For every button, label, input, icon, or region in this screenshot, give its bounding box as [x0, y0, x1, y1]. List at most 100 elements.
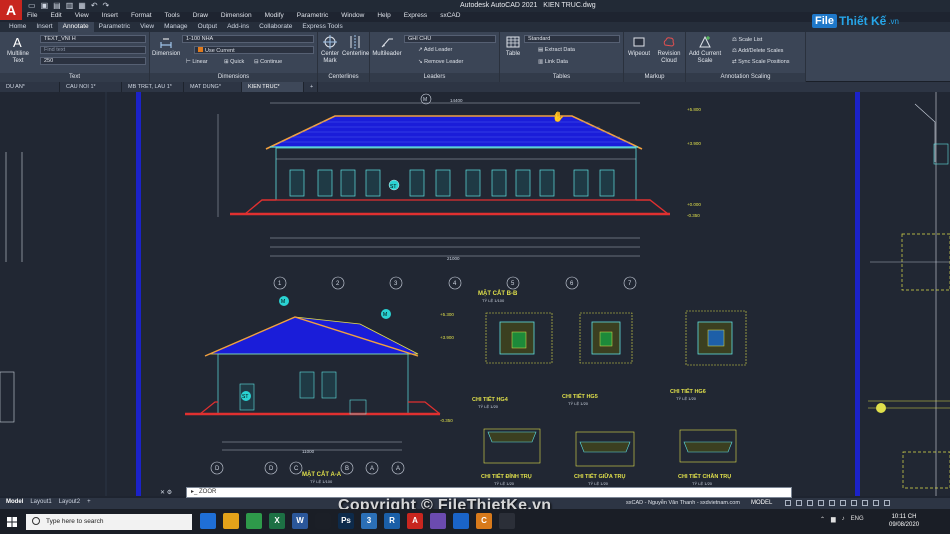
tray-arrow-icon[interactable]: ⌃	[820, 516, 825, 523]
polar-toggle-icon[interactable]	[818, 500, 824, 506]
table-button[interactable]: Table	[502, 35, 524, 58]
doc-tab-mb-tret[interactable]: MB TRET, LAU 1*	[122, 82, 184, 92]
otrack-toggle-icon[interactable]	[840, 500, 846, 506]
annotation-scale-icon[interactable]	[862, 500, 868, 506]
tab-manage[interactable]: Manage	[159, 22, 193, 32]
new-tab-button[interactable]: +	[304, 82, 318, 92]
workspace-gear-icon[interactable]	[873, 500, 879, 506]
ortho-toggle-icon[interactable]	[807, 500, 813, 506]
doc-tab-mat-dung[interactable]: MAT DUNG*	[184, 82, 242, 92]
model-space-toggle[interactable]: MODEL	[751, 500, 772, 506]
multiline-text-button[interactable]: A Multiline Text	[4, 35, 32, 65]
vpn-icon[interactable]	[453, 513, 469, 529]
menu-draw[interactable]: Draw	[193, 12, 208, 22]
blank-icon[interactable]	[315, 513, 331, 529]
quick-button[interactable]: ⊞ Quick	[224, 59, 244, 65]
undo-icon[interactable]: ↶	[91, 1, 98, 10]
menu-edit[interactable]: Edit	[50, 12, 61, 22]
doc-tab-du-an[interactable]: DU AN*	[0, 82, 60, 92]
tab-express-tools[interactable]: Express Tools	[297, 22, 347, 32]
tab-addins[interactable]: Add-ins	[222, 22, 254, 32]
layout-tab-layout2[interactable]: Layout2	[59, 499, 80, 505]
scale-list-button[interactable]: ⚖ Scale List	[732, 37, 762, 43]
print-icon[interactable]: ▦	[78, 1, 86, 10]
tab-home[interactable]: Home	[4, 22, 31, 32]
windows-start-icon[interactable]	[7, 517, 17, 527]
save-as-icon[interactable]: ▥	[66, 1, 74, 10]
menu-insert[interactable]: Insert	[102, 12, 118, 22]
3dsmax-icon[interactable]: 3	[361, 513, 377, 529]
redo-icon[interactable]: ↷	[103, 1, 110, 10]
snap-toggle-icon[interactable]	[796, 500, 802, 506]
tab-annotate[interactable]: Annotate	[57, 22, 94, 32]
menu-help[interactable]: Help	[377, 12, 390, 22]
menu-express[interactable]: Express	[404, 12, 427, 22]
revision-cloud-button[interactable]: Revision Cloud	[654, 35, 684, 65]
language-indicator[interactable]: ENG	[851, 516, 864, 523]
find-text-input[interactable]: Find text	[40, 46, 146, 54]
mleader-style-select[interactable]: GHI CHU	[404, 35, 496, 43]
customize-menu-icon[interactable]	[884, 500, 890, 506]
link-data-button[interactable]: ▥ Link Data	[538, 59, 568, 65]
multileader-button[interactable]: Multileader	[372, 35, 402, 58]
lineweight-toggle-icon[interactable]	[851, 500, 857, 506]
add-layout-button[interactable]: +	[87, 499, 91, 505]
grid-toggle-icon[interactable]	[785, 500, 791, 506]
menu-window[interactable]: Window	[341, 12, 364, 22]
menu-view[interactable]: View	[75, 12, 89, 22]
tab-insert[interactable]: Insert	[31, 22, 57, 32]
autocad-icon[interactable]: A	[407, 513, 423, 529]
layout-tab-model[interactable]: Model	[6, 499, 23, 505]
add-delete-scales-button[interactable]: ⚖ Add/Delete Scales	[732, 48, 783, 54]
dim-style-select[interactable]: 1-100 NHA	[182, 35, 314, 43]
continue-button[interactable]: ⊟ Continue	[254, 59, 282, 65]
osnap-toggle-icon[interactable]	[829, 500, 835, 506]
menu-file[interactable]: File	[27, 12, 37, 22]
sketch-icon[interactable]	[430, 513, 446, 529]
text-style-select[interactable]: TEXT_VNI H	[40, 35, 146, 43]
tab-view[interactable]: View	[135, 22, 159, 32]
misc-icon[interactable]	[499, 513, 515, 529]
menu-modify[interactable]: Modify	[265, 12, 284, 22]
file-explorer-icon[interactable]	[223, 513, 239, 529]
menu-format[interactable]: Format	[131, 12, 152, 22]
tab-parametric[interactable]: Parametric	[94, 22, 135, 32]
dim-layer-select[interactable]: Use Current	[194, 46, 314, 54]
network-icon[interactable]: ▆	[831, 516, 836, 523]
doc-tab-cau-noi[interactable]: CAU NOI 1*	[60, 82, 122, 92]
new-icon[interactable]: ▭	[28, 1, 36, 10]
taskbar-search-box[interactable]: Type here to search	[26, 514, 192, 530]
remove-leader-button[interactable]: ↘ Remove Leader	[418, 59, 463, 65]
photoshop-icon[interactable]: Ps	[338, 513, 354, 529]
save-icon[interactable]: ▤	[53, 1, 61, 10]
menu-dimension[interactable]: Dimension	[221, 12, 252, 22]
extract-data-button[interactable]: ▤ Extract Data	[538, 47, 575, 53]
task-view-icon[interactable]	[200, 513, 216, 529]
center-mark-button[interactable]: Center Mark	[319, 35, 341, 65]
tab-collaborate[interactable]: Collaborate	[254, 22, 297, 32]
menu-tools[interactable]: Tools	[165, 12, 180, 22]
taskbar-clock[interactable]: 10:11 CH 09/08/2020	[889, 513, 919, 529]
dimension-button[interactable]: Dimension	[152, 35, 180, 58]
volume-icon[interactable]: ♪	[842, 516, 845, 523]
add-leader-button[interactable]: ↗ Add Leader	[418, 47, 452, 53]
excel-icon[interactable]: X	[269, 513, 285, 529]
autocad-logo-icon[interactable]: A	[0, 0, 22, 20]
sync-scale-positions-button[interactable]: ⇄ Sync Scale Positions	[732, 59, 790, 65]
command-close-icon[interactable]: ✕ ⚙	[160, 489, 172, 496]
text-height-select[interactable]: 250	[40, 57, 146, 65]
doc-tab-kien-truc[interactable]: KIEN TRUC*	[242, 82, 304, 92]
chrome-icon[interactable]	[246, 513, 262, 529]
word-icon[interactable]: W	[292, 513, 308, 529]
wipeout-button[interactable]: Wipeout	[626, 35, 652, 58]
add-current-scale-button[interactable]: Add Current Scale	[688, 35, 722, 65]
revit-icon[interactable]: R	[384, 513, 400, 529]
drawing-canvas[interactable]: ST 14400 M 21000 +5.800 +3.900 +0.000 -0…	[0, 92, 950, 496]
menu-parametric[interactable]: Parametric	[297, 12, 328, 22]
menu-sxcad[interactable]: sxCAD	[440, 12, 460, 22]
coccoc-icon[interactable]: C	[476, 513, 492, 529]
linear-button[interactable]: ⊢ Linear	[186, 59, 208, 65]
table-style-select[interactable]: Standard	[524, 35, 620, 43]
tab-output[interactable]: Output	[193, 22, 223, 32]
open-icon[interactable]: ▣	[41, 1, 49, 10]
